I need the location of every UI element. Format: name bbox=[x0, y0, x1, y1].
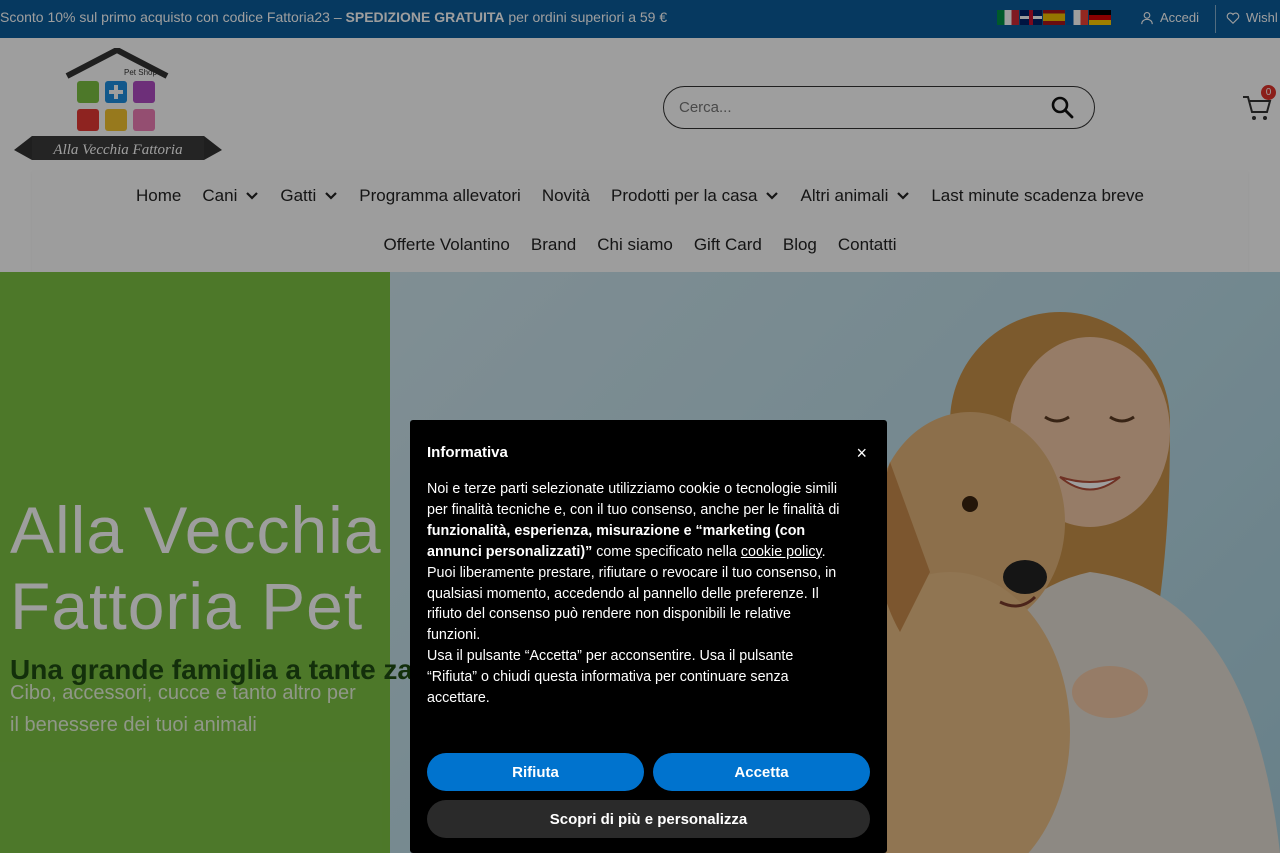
cookie-paragraph-3: Usa il pulsante “Accetta” per acconsenti… bbox=[427, 648, 794, 707]
cookie-consent-dialog: Informativa × Noi e terze parti selezion… bbox=[410, 420, 887, 853]
reject-button[interactable]: Rifiuta bbox=[427, 753, 644, 791]
cookie-dialog-title: Informativa bbox=[427, 444, 508, 461]
cookie-paragraph-2: Puoi liberamente prestare, rifiutare o r… bbox=[427, 564, 837, 644]
cookie-policy-link[interactable]: cookie policy bbox=[741, 544, 822, 560]
accept-button[interactable]: Accetta bbox=[653, 753, 870, 791]
cookie-dialog-body: Noi e terze parti selezionate utilizziam… bbox=[427, 479, 847, 709]
close-icon[interactable]: × bbox=[856, 444, 867, 462]
customize-button[interactable]: Scopri di più e personalizza bbox=[427, 800, 870, 838]
cookie-paragraph-1: Noi e terze parti selezionate utilizziam… bbox=[427, 481, 840, 560]
